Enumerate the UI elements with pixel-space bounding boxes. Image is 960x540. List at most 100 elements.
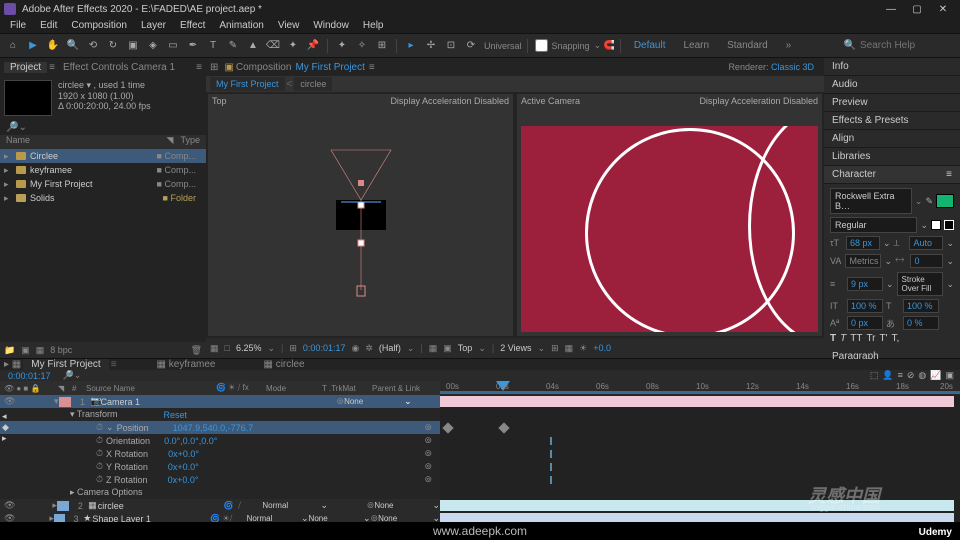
zoom-select[interactable]: 6.25% — [236, 343, 262, 353]
project-search-icon[interactable]: 🔎⌄ — [6, 122, 27, 133]
baseline[interactable]: 0 px — [847, 316, 883, 330]
tl-draft-icon[interactable]: ≡ — [898, 370, 903, 381]
small-caps[interactable]: Tr — [866, 333, 875, 344]
home-icon[interactable]: ⌂ — [4, 37, 22, 55]
menu-file[interactable]: File — [4, 20, 32, 31]
flow-icon[interactable]: ⊞ — [210, 62, 218, 73]
rotate-tool[interactable]: ↻ — [104, 37, 122, 55]
new-comp-icon[interactable]: ▦ — [36, 345, 45, 356]
puppet-tool[interactable]: 📌 — [304, 37, 322, 55]
menu-layer[interactable]: Layer — [135, 20, 172, 31]
prop-zrot[interactable]: ⏱ Z Rotation0x+0.0°⊚ — [0, 473, 440, 486]
maximize-button[interactable]: ▢ — [908, 4, 926, 15]
comptab-myfirst[interactable]: My First Project — [210, 77, 285, 91]
eyedropper-icon[interactable]: ✎ — [925, 196, 933, 207]
fill-swatch[interactable] — [936, 194, 954, 208]
local-axis-icon[interactable]: ✦ — [333, 37, 351, 55]
brush-tool[interactable]: ✎ — [224, 37, 242, 55]
snapping-checkbox[interactable] — [535, 39, 548, 52]
menu-edit[interactable]: Edit — [34, 20, 63, 31]
menu-composition[interactable]: Composition — [65, 20, 133, 31]
cbot-res-icon[interactable]: ⊞ — [289, 343, 297, 354]
project-item-myfirst[interactable]: ▸My First Project■ Comp... — [0, 177, 206, 191]
trash-icon[interactable]: 🗑 — [191, 345, 202, 356]
faux-bold[interactable]: T — [830, 333, 836, 344]
position-icon[interactable]: ✢ — [422, 37, 440, 55]
clone-tool[interactable]: ▲ — [244, 37, 262, 55]
kerning[interactable]: Metrics — [845, 254, 881, 268]
prop-xrot[interactable]: ⏱ X Rotation0x+0.0°⊚ — [0, 447, 440, 460]
workspace-learn[interactable]: Learn — [676, 40, 718, 51]
menu-help[interactable]: Help — [357, 20, 390, 31]
cbot-alpha-icon[interactable]: ▦ — [210, 343, 219, 354]
prop-position[interactable]: ◂ ◆ ▸⏱⌄ Position1047.9,540.0,-776.7⊚ — [0, 421, 440, 434]
menu-view[interactable]: View — [272, 20, 306, 31]
cbot-cam-icon[interactable]: ▦ — [565, 343, 574, 354]
panel-preview[interactable]: Preview — [824, 94, 960, 112]
menu-animation[interactable]: Animation — [213, 20, 269, 31]
new-folder-icon[interactable]: ▣ — [21, 345, 30, 356]
project-item-solids[interactable]: ▸Solids■ Folder — [0, 191, 206, 205]
scale-icon[interactable]: ⊡ — [442, 37, 460, 55]
viewport-top[interactable]: Top Display Acceleration Disabled — [208, 94, 513, 336]
workspace-default[interactable]: Default — [626, 40, 674, 51]
render-queue-icon[interactable]: ▸ ▦ — [4, 359, 21, 370]
cbot-snap-icon[interactable]: ◉ — [351, 343, 359, 354]
cbot-timecode[interactable]: 0:00:01:17 — [303, 343, 346, 353]
leading[interactable]: Auto — [909, 236, 943, 250]
interpret-icon[interactable]: 📁 — [4, 345, 15, 356]
tl-shy-icon[interactable]: 👤 — [882, 370, 893, 381]
style-select[interactable]: Regular — [830, 217, 917, 233]
cbot-exp-icon[interactable]: ☀ — [579, 343, 587, 354]
tl-mask-icon[interactable]: ▣ — [945, 370, 954, 381]
keyframe[interactable] — [442, 422, 453, 433]
superscript[interactable]: T' — [880, 333, 888, 344]
panel-menu-icon[interactable]: ≡ — [196, 62, 202, 73]
camera-tool[interactable]: ▣ — [124, 37, 142, 55]
cbot-region-icon[interactable]: ▦ — [429, 343, 438, 354]
col-label-icon[interactable]: ◥ — [166, 135, 180, 149]
comptab-circlee[interactable]: circlee — [294, 77, 332, 91]
tltab-keyframee[interactable]: ▦ keyframee — [149, 359, 224, 370]
font-select[interactable]: Rockwell Extra B… — [830, 188, 912, 214]
type-tool[interactable]: T — [204, 37, 222, 55]
viewmode-select[interactable]: Top — [458, 343, 473, 353]
res-select[interactable]: (Half) — [379, 343, 401, 353]
subscript[interactable]: T, — [892, 333, 900, 344]
tl-timecode[interactable]: 0:00:01:17 — [0, 371, 59, 381]
col-type[interactable]: Type — [180, 135, 200, 149]
panel-align[interactable]: Align — [824, 130, 960, 148]
tltab-circlee[interactable]: ▦ circlee — [255, 359, 312, 370]
tltab-myfirst[interactable]: My First Project — [23, 359, 108, 370]
pen-tool[interactable]: ✒ — [184, 37, 202, 55]
rotation-icon[interactable]: ⟳ — [462, 37, 480, 55]
bg-swatch[interactable] — [944, 220, 954, 230]
tl-search-icon[interactable]: 🔎⌄ — [63, 370, 82, 380]
zoom-tool[interactable]: 🔍 — [64, 37, 82, 55]
view-axis-icon[interactable]: ⊞ — [373, 37, 391, 55]
panel-info[interactable]: Info — [824, 58, 960, 76]
cbot-trans-icon[interactable]: ▣ — [443, 343, 452, 354]
cbot-shutter-icon[interactable]: ✲ — [365, 343, 373, 354]
panel-audio[interactable]: Audio — [824, 76, 960, 94]
workspace-standard[interactable]: Standard — [719, 40, 776, 51]
orbit-tool[interactable]: ⟲ — [84, 37, 102, 55]
prop-yrot[interactable]: ⏱ Y Rotation0x+0.0°⊚ — [0, 460, 440, 473]
layerbar-camera1[interactable] — [440, 396, 954, 407]
layer-camera1[interactable]: 👁 ▾1📷Camera 1⊚None⌄ — [0, 395, 440, 408]
world-axis-icon[interactable]: ✧ — [353, 37, 371, 55]
faux-italic[interactable]: T — [840, 333, 846, 344]
workspace-more[interactable]: » — [778, 40, 800, 51]
tracking[interactable]: 0 — [910, 254, 943, 268]
fg-swatch[interactable] — [931, 220, 941, 230]
exposure-value[interactable]: +0.0 — [593, 343, 611, 353]
vscale[interactable]: 100 % — [847, 299, 883, 313]
col-name[interactable]: Name — [6, 135, 166, 149]
timeline-graph[interactable]: 00s 02s 04s 06s 08s 10s 12s 14s 16s 18s … — [440, 381, 960, 525]
hand-tool[interactable]: ✋ — [44, 37, 62, 55]
tl-mb-icon[interactable]: ◍ — [918, 370, 926, 381]
hscale[interactable]: 100 % — [903, 299, 939, 313]
panel-character[interactable]: Character≡ — [824, 166, 960, 184]
viewport-active-camera[interactable]: Active Camera Display Acceleration Disab… — [517, 94, 822, 336]
views-select[interactable]: 2 Views — [500, 343, 531, 353]
